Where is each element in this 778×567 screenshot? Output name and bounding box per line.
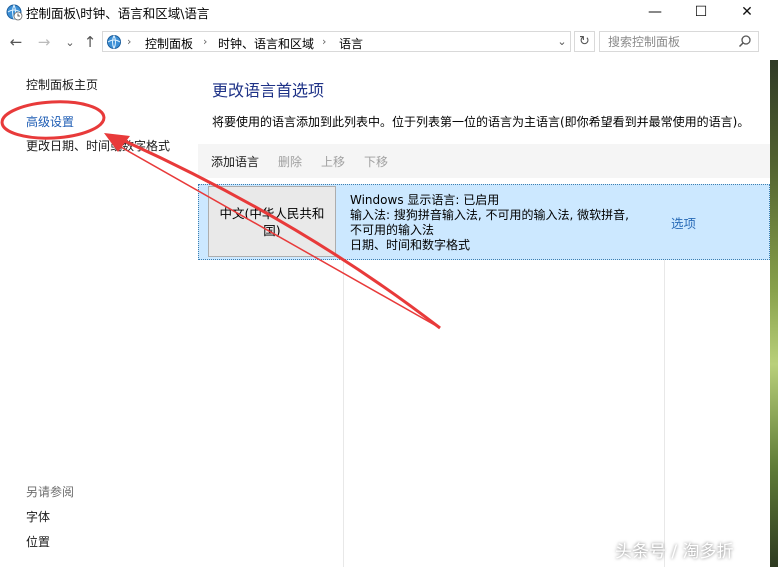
- sidebar-link-location[interactable]: 位置: [26, 533, 50, 550]
- breadcrumb-separator[interactable]: ›: [322, 35, 326, 48]
- control-panel-globe-icon: [107, 35, 121, 49]
- move-up-button[interactable]: 上移: [321, 153, 345, 170]
- sidebar-see-also-heading: 另请参阅: [26, 485, 75, 499]
- close-button[interactable]: ✕: [724, 0, 770, 24]
- breadcrumb-separator[interactable]: ›: [203, 35, 207, 48]
- add-language-button[interactable]: 添加语言: [211, 153, 259, 170]
- sidebar-link-fonts[interactable]: 字体: [26, 508, 50, 525]
- breadcrumb-clock-language-region[interactable]: 时钟、语言和区域: [218, 35, 314, 52]
- breadcrumb-control-panel[interactable]: 控制面板: [145, 35, 193, 52]
- control-panel-clock-globe-icon: [6, 4, 23, 21]
- sidebar-link-control-panel-home[interactable]: 控制面板主页: [26, 76, 98, 93]
- maximize-button[interactable]: ☐: [678, 0, 724, 24]
- breadcrumb-separator[interactable]: ›: [127, 35, 131, 48]
- remove-language-button[interactable]: 删除: [278, 153, 302, 170]
- search-box[interactable]: [599, 31, 759, 52]
- page-title: 更改语言首选项: [212, 81, 325, 100]
- forward-button[interactable]: →: [34, 32, 54, 52]
- language-options-link[interactable]: 选项: [671, 213, 696, 232]
- recent-locations-chevron-icon[interactable]: ⌄: [60, 32, 80, 52]
- watermark: 头条号 / 淘多折: [615, 542, 734, 562]
- page-description: 将要使用的语言添加到此列表中。位于列表第一位的语言为主语言(即你希望看到并最常使…: [212, 115, 750, 129]
- window-title: 控制面板\时钟、语言和区域\语言: [26, 6, 210, 21]
- language-date-time-format: 日期、时间和数字格式: [350, 238, 471, 252]
- desktop-background-strip: [770, 60, 778, 567]
- minimize-button[interactable]: —: [632, 0, 678, 24]
- annotation-overlay: [0, 100, 441, 330]
- back-button[interactable]: ←: [6, 32, 26, 52]
- move-down-button[interactable]: 下移: [364, 153, 388, 170]
- sidebar-link-advanced-settings[interactable]: 高级设置: [26, 113, 74, 130]
- search-input[interactable]: [608, 34, 733, 50]
- breadcrumb-language[interactable]: 语言: [339, 35, 363, 52]
- up-button[interactable]: ↑: [80, 32, 100, 52]
- sidebar-link-change-date-time-number-format[interactable]: 更改日期、时间或数字格式: [26, 137, 170, 154]
- column-divider: [343, 260, 344, 567]
- search-icon[interactable]: [738, 34, 752, 48]
- language-name-button[interactable]: 中文(中华人民共和国): [208, 186, 336, 257]
- address-dropdown-chevron-icon[interactable]: ⌄: [555, 33, 569, 49]
- column-divider: [664, 260, 665, 567]
- refresh-button[interactable]: ↻: [574, 31, 595, 52]
